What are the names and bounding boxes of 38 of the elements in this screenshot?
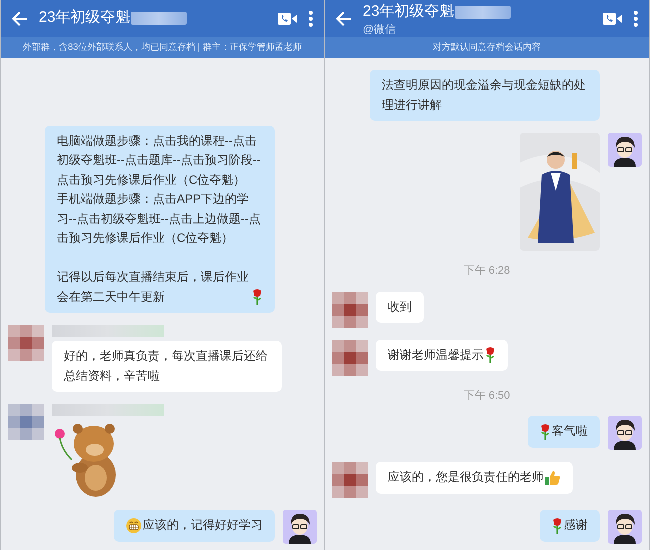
avatar-icon[interactable] [283, 510, 317, 544]
message-text: 法查明原因的现金溢余与现金短缺的处理进行讲解 [382, 77, 587, 114]
back-icon[interactable] [335, 10, 353, 28]
timestamp: 下午 6:28 [462, 264, 512, 279]
chat-title: 23年初级夺魁 [39, 8, 131, 28]
avatar-icon[interactable] [608, 133, 642, 167]
more-icon[interactable] [308, 10, 314, 28]
rose-icon [252, 289, 263, 305]
blurred-avatar[interactable] [332, 462, 368, 498]
chat-title: 23年初级夺魁 [363, 2, 455, 22]
rose-icon [485, 347, 496, 363]
video-call-icon[interactable] [603, 12, 623, 26]
notice-text: 对方默认同意存档会话内容 [325, 37, 649, 58]
blurred-avatar[interactable] [332, 292, 368, 328]
avatar-icon[interactable] [608, 510, 642, 544]
more-icon[interactable] [633, 10, 639, 28]
message-text: 好的，老师真负责，每次直播课后还给总结资料，辛苦啦 [64, 348, 269, 384]
chat-subtitle: @微信 [363, 24, 398, 36]
avatar-icon[interactable] [608, 416, 642, 450]
message-text: 收到 [388, 298, 412, 316]
video-call-icon[interactable] [278, 12, 298, 26]
message-text: 客气啦 [552, 423, 588, 440]
message-text: 应该的，记得好好学习 [143, 517, 263, 534]
message-text: 感谢 [564, 517, 588, 534]
message-text: 记得以后每次直播结束后，课后作业会在第二天中午更新 [57, 269, 250, 306]
blurred-avatar[interactable] [8, 325, 44, 361]
blurred-avatar[interactable] [332, 340, 368, 376]
message-text: 电脑端做题步骤：点击我的课程--点击初级夺魁班--点击题库--点击预习阶段--点击预习先修课后作业（C位夺魁） [57, 132, 262, 188]
message-text: 手机端做题步骤：点击APP下边的学习--点击初级夺魁班--点击上边做题--点击预习先修课后作业（C位夺魁） [57, 191, 262, 247]
message-text: 应该的，您是很负责任的老师 [388, 469, 544, 486]
back-icon[interactable] [11, 10, 29, 28]
timestamp: 下午 6:50 [462, 388, 512, 404]
rose-icon [540, 424, 551, 440]
rose-icon [552, 518, 563, 534]
thumbs-up-icon [545, 470, 561, 486]
grin-icon [126, 518, 142, 534]
notice-text: 外部群，含83位外部联系人，均已同意存档 | 群主：正保学管师孟老师 [1, 37, 324, 58]
message-text: 谢谢老师温馨提示 [388, 346, 484, 364]
